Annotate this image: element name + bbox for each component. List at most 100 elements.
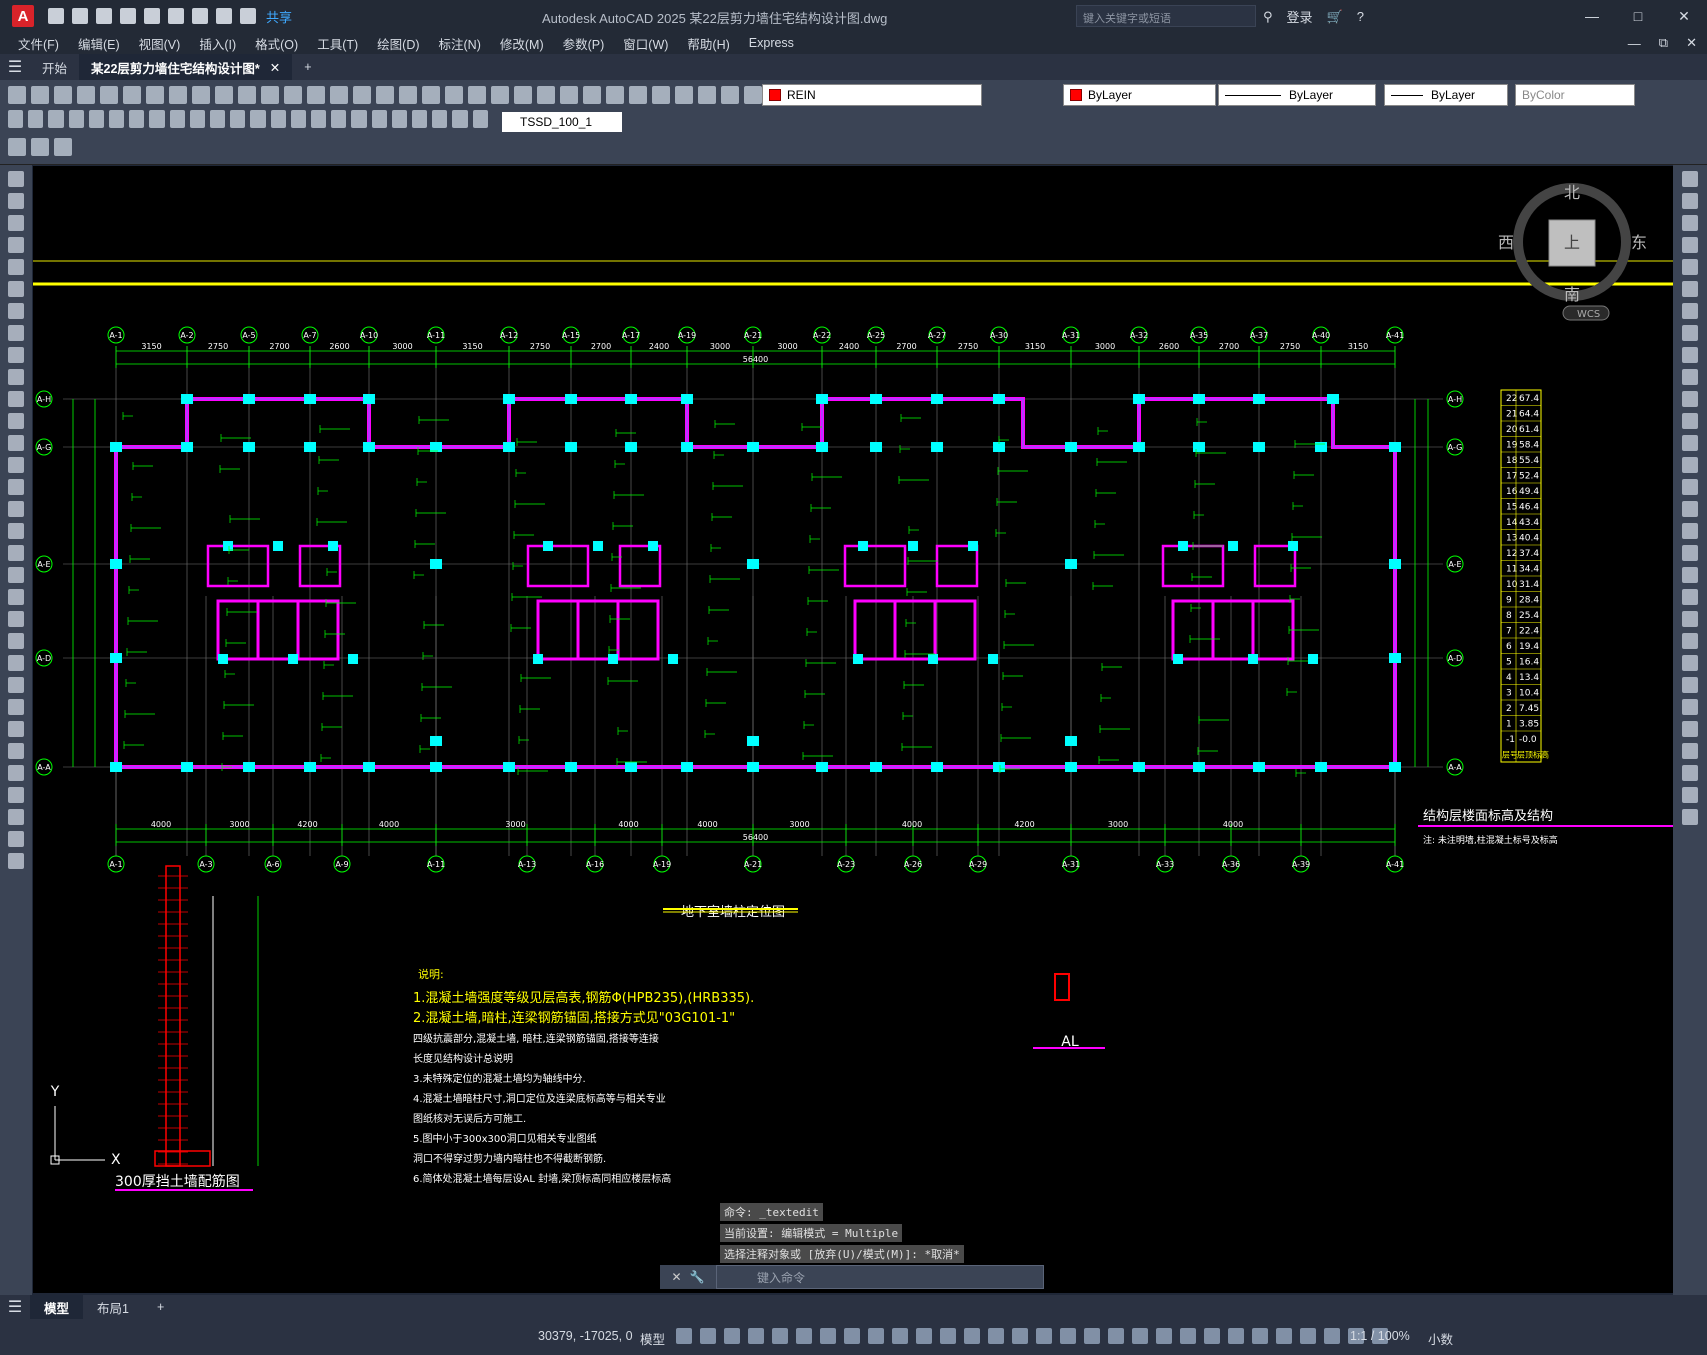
modify-tool-icon[interactable] (1682, 171, 1698, 187)
modify-tool-icon[interactable] (1682, 633, 1698, 649)
draw-tool-icon[interactable] (8, 611, 24, 627)
cart-icon[interactable]: 🛒 (1327, 9, 1343, 25)
status-toggle-icon[interactable] (820, 1328, 836, 1344)
wrench-icon[interactable]: 🔧 (690, 1270, 705, 1284)
modify-tool-icon[interactable] (1682, 457, 1698, 473)
draw-tool-icon[interactable] (8, 413, 24, 429)
draw-tool-icon[interactable] (8, 765, 24, 781)
modify-tool-icon[interactable] (1682, 237, 1698, 253)
modify-tool-icon[interactable] (1682, 391, 1698, 407)
dim-tool-icon[interactable] (109, 110, 125, 128)
web-open-icon[interactable] (144, 8, 160, 24)
save-as-icon[interactable] (120, 8, 136, 24)
dim-tool-icon[interactable] (129, 110, 145, 128)
toolbar-tool-icon[interactable] (261, 86, 279, 104)
menu-item[interactable]: 标注(N) (439, 34, 481, 53)
doc-close-icon[interactable]: ✕ (1686, 35, 1697, 51)
status-toggle-icon[interactable] (1204, 1328, 1220, 1344)
status-toggle-icon[interactable] (1324, 1328, 1340, 1344)
viewcube[interactable]: 上 北 南 东 西 WCS (1497, 182, 1647, 332)
dim-tool-icon[interactable] (48, 110, 64, 128)
toolbar-tool-icon[interactable] (376, 86, 394, 104)
status-toggle-icon[interactable] (796, 1328, 812, 1344)
draw-tool-icon[interactable] (8, 369, 24, 385)
draw-tool-icon[interactable] (8, 259, 24, 275)
toolbar-tool-icon[interactable] (330, 86, 348, 104)
modify-tool-icon[interactable] (1682, 281, 1698, 297)
dim-tool-icon[interactable] (210, 110, 226, 128)
lineweight-dropdown[interactable]: ByLayer (1384, 84, 1508, 106)
draw-tool-icon[interactable] (8, 193, 24, 209)
status-toggle-icon[interactable] (1276, 1328, 1292, 1344)
modify-tool-icon[interactable] (1682, 809, 1698, 825)
modify-tool-icon[interactable] (1682, 699, 1698, 715)
draw-tool-icon[interactable] (8, 435, 24, 451)
modify-tool-icon[interactable] (1682, 435, 1698, 451)
draw-tool-icon[interactable] (8, 677, 24, 693)
menu-item[interactable]: 编辑(E) (78, 34, 120, 53)
doc-minimize-icon[interactable]: — (1628, 36, 1641, 51)
model-space-toggle[interactable]: 模型 (640, 1329, 665, 1348)
toolbar-tool-icon[interactable] (353, 86, 371, 104)
status-toggle-icon[interactable] (1036, 1328, 1052, 1344)
modify-tool-icon[interactable] (1682, 743, 1698, 759)
dim-tool-icon[interactable] (149, 110, 165, 128)
add-layout-icon[interactable]: + (143, 1295, 178, 1319)
dim-tool-icon[interactable] (189, 110, 206, 128)
status-toggle-icon[interactable] (916, 1328, 932, 1344)
menu-item[interactable]: 参数(P) (563, 34, 605, 53)
menu-item[interactable]: 窗口(W) (623, 34, 668, 53)
status-toggle-icon[interactable] (1060, 1328, 1076, 1344)
menu-item[interactable]: 帮助(H) (687, 34, 729, 53)
draw-tool-icon[interactable] (8, 479, 24, 495)
web-save-icon[interactable] (168, 8, 184, 24)
draw-tool-icon[interactable] (8, 743, 24, 759)
modify-tool-icon[interactable] (1682, 589, 1698, 605)
status-toggle-icon[interactable] (892, 1328, 908, 1344)
command-window-handle[interactable]: ✕ 🔧 (660, 1265, 716, 1289)
toolbar-tool-icon[interactable] (491, 86, 509, 104)
modify-tool-icon[interactable] (1682, 303, 1698, 319)
draw-tool-icon[interactable] (8, 721, 24, 737)
tab-start[interactable]: 开始 (30, 54, 79, 80)
draw-tool-icon[interactable] (8, 281, 24, 297)
toolbar-tool-icon[interactable] (698, 86, 716, 104)
status-toggle-icon[interactable] (1084, 1328, 1100, 1344)
draw-tool-icon[interactable] (8, 347, 24, 363)
toolbar-tool-icon[interactable] (146, 86, 164, 104)
toolbar-tool-icon[interactable] (468, 86, 486, 104)
toolbar-tool-icon[interactable] (77, 86, 95, 104)
menu-item[interactable]: 插入(I) (199, 34, 236, 53)
status-toggle-icon[interactable] (1132, 1328, 1148, 1344)
new-tab-icon[interactable]: + (292, 54, 323, 80)
draw-tool-icon[interactable] (8, 523, 24, 539)
dim-tool-icon[interactable] (8, 110, 24, 128)
dim-tool-icon[interactable] (391, 110, 408, 128)
toolbar-tool-icon[interactable] (31, 86, 49, 104)
dim-tool-icon[interactable] (452, 110, 468, 128)
layer-dropdown[interactable]: REIN (762, 84, 982, 106)
status-toggle-icon[interactable] (676, 1328, 692, 1344)
modify-tool-icon[interactable] (1682, 325, 1698, 341)
minimize-icon[interactable]: — (1569, 0, 1615, 32)
menu-item[interactable]: 视图(V) (139, 34, 181, 53)
menu-item[interactable]: 格式(O) (255, 34, 298, 53)
modify-tool-icon[interactable] (1682, 523, 1698, 539)
tab-layout1[interactable]: 布局1 (83, 1295, 143, 1319)
command-input[interactable]: 键入命令 (716, 1265, 1044, 1289)
toolbar-tool-icon[interactable] (54, 86, 72, 104)
status-toggle-icon[interactable] (724, 1328, 740, 1344)
tssd-tool-icon[interactable] (31, 138, 49, 156)
modify-tool-icon[interactable] (1682, 215, 1698, 231)
layout-menu-icon[interactable]: ☰ (0, 1297, 30, 1317)
units-dropdown[interactable]: 小数 (1428, 1329, 1453, 1348)
modify-tool-icon[interactable] (1682, 413, 1698, 429)
draw-tool-icon[interactable] (8, 391, 24, 407)
toolbar-tool-icon[interactable] (675, 86, 693, 104)
toolbar-tool-icon[interactable] (8, 86, 26, 104)
toolbar-tool-icon[interactable] (284, 86, 302, 104)
draw-tool-icon[interactable] (8, 633, 24, 649)
menu-item[interactable]: 修改(M) (500, 34, 544, 53)
tab-close-icon[interactable]: ✕ (270, 60, 280, 75)
status-toggle-icon[interactable] (964, 1328, 980, 1344)
